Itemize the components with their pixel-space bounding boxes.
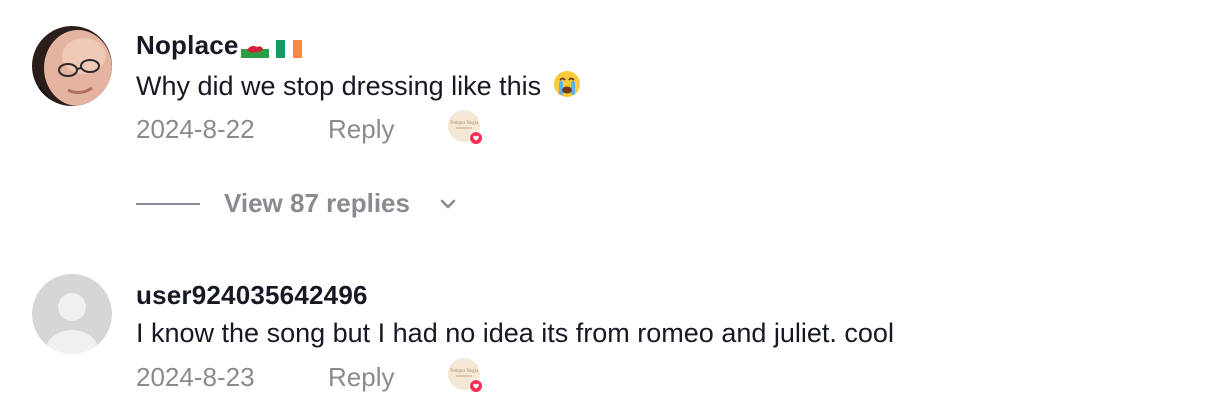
creator-avatar-icon: Tempus Regia [448,358,483,393]
username-text: user924035642496 [136,280,368,310]
creator-liked-badge: Tempus Regia [448,358,483,393]
comment-text-content: I know the song but I had no idea its fr… [136,318,894,348]
comment-item: user924035642496 I know the song but I h… [0,0,1216,412]
avatar[interactable] [32,274,112,354]
creator-avatar-caption: Tempus Regia [450,369,479,374]
reply-button[interactable]: Reply [328,362,394,393]
default-avatar-icon [32,274,112,354]
comment-text: I know the song but I had no idea its fr… [136,318,894,349]
comment-date: 2024-8-23 [136,362,255,392]
username[interactable]: user924035642496 [136,280,368,311]
